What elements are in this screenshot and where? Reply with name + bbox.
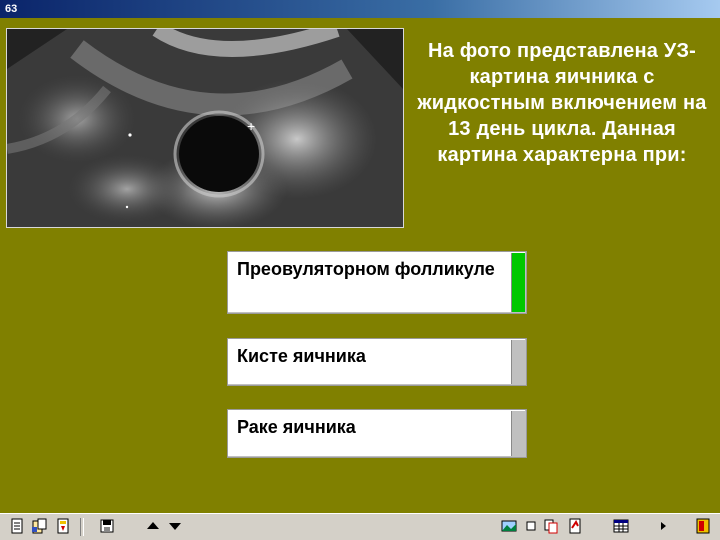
answer-option-1[interactable]: Преовуляторном фолликуле (227, 251, 527, 314)
document-icon[interactable] (8, 518, 26, 536)
grid-icon[interactable] (612, 518, 630, 536)
answer-label: Раке яичника (237, 417, 356, 437)
answer-label: Преовуляторном фолликуле (237, 259, 495, 279)
answer-option-3[interactable]: Раке яичника (227, 409, 527, 458)
arrow-up-icon[interactable] (144, 518, 162, 536)
answer-indicator (511, 411, 525, 456)
window-title: 63 (5, 3, 18, 15)
bookmark-icon[interactable] (54, 518, 72, 536)
window-title-bar: 63 (0, 0, 720, 18)
bottom-toolbar (0, 513, 720, 540)
arrow-down-icon[interactable] (166, 518, 184, 536)
exit-icon[interactable] (694, 518, 712, 536)
print-icon[interactable] (566, 518, 584, 536)
answer-option-2[interactable]: Кисте яичника (227, 338, 527, 386)
question-text: На фото представлена УЗ-картина яичника … (417, 40, 707, 166)
picture-icon[interactable] (500, 518, 518, 536)
svg-text:+: + (247, 118, 255, 134)
answer-label: Кисте яичника (237, 346, 366, 366)
play-icon[interactable] (654, 518, 672, 536)
ultrasound-image: + (6, 28, 404, 228)
clipboard-icon[interactable] (30, 518, 48, 536)
copy-icon[interactable] (542, 518, 560, 536)
answer-indicator-correct (511, 253, 525, 312)
answer-indicator (511, 340, 525, 384)
square-icon[interactable] (522, 518, 540, 536)
toolbar-separator (80, 518, 84, 536)
save-icon[interactable] (98, 518, 116, 536)
